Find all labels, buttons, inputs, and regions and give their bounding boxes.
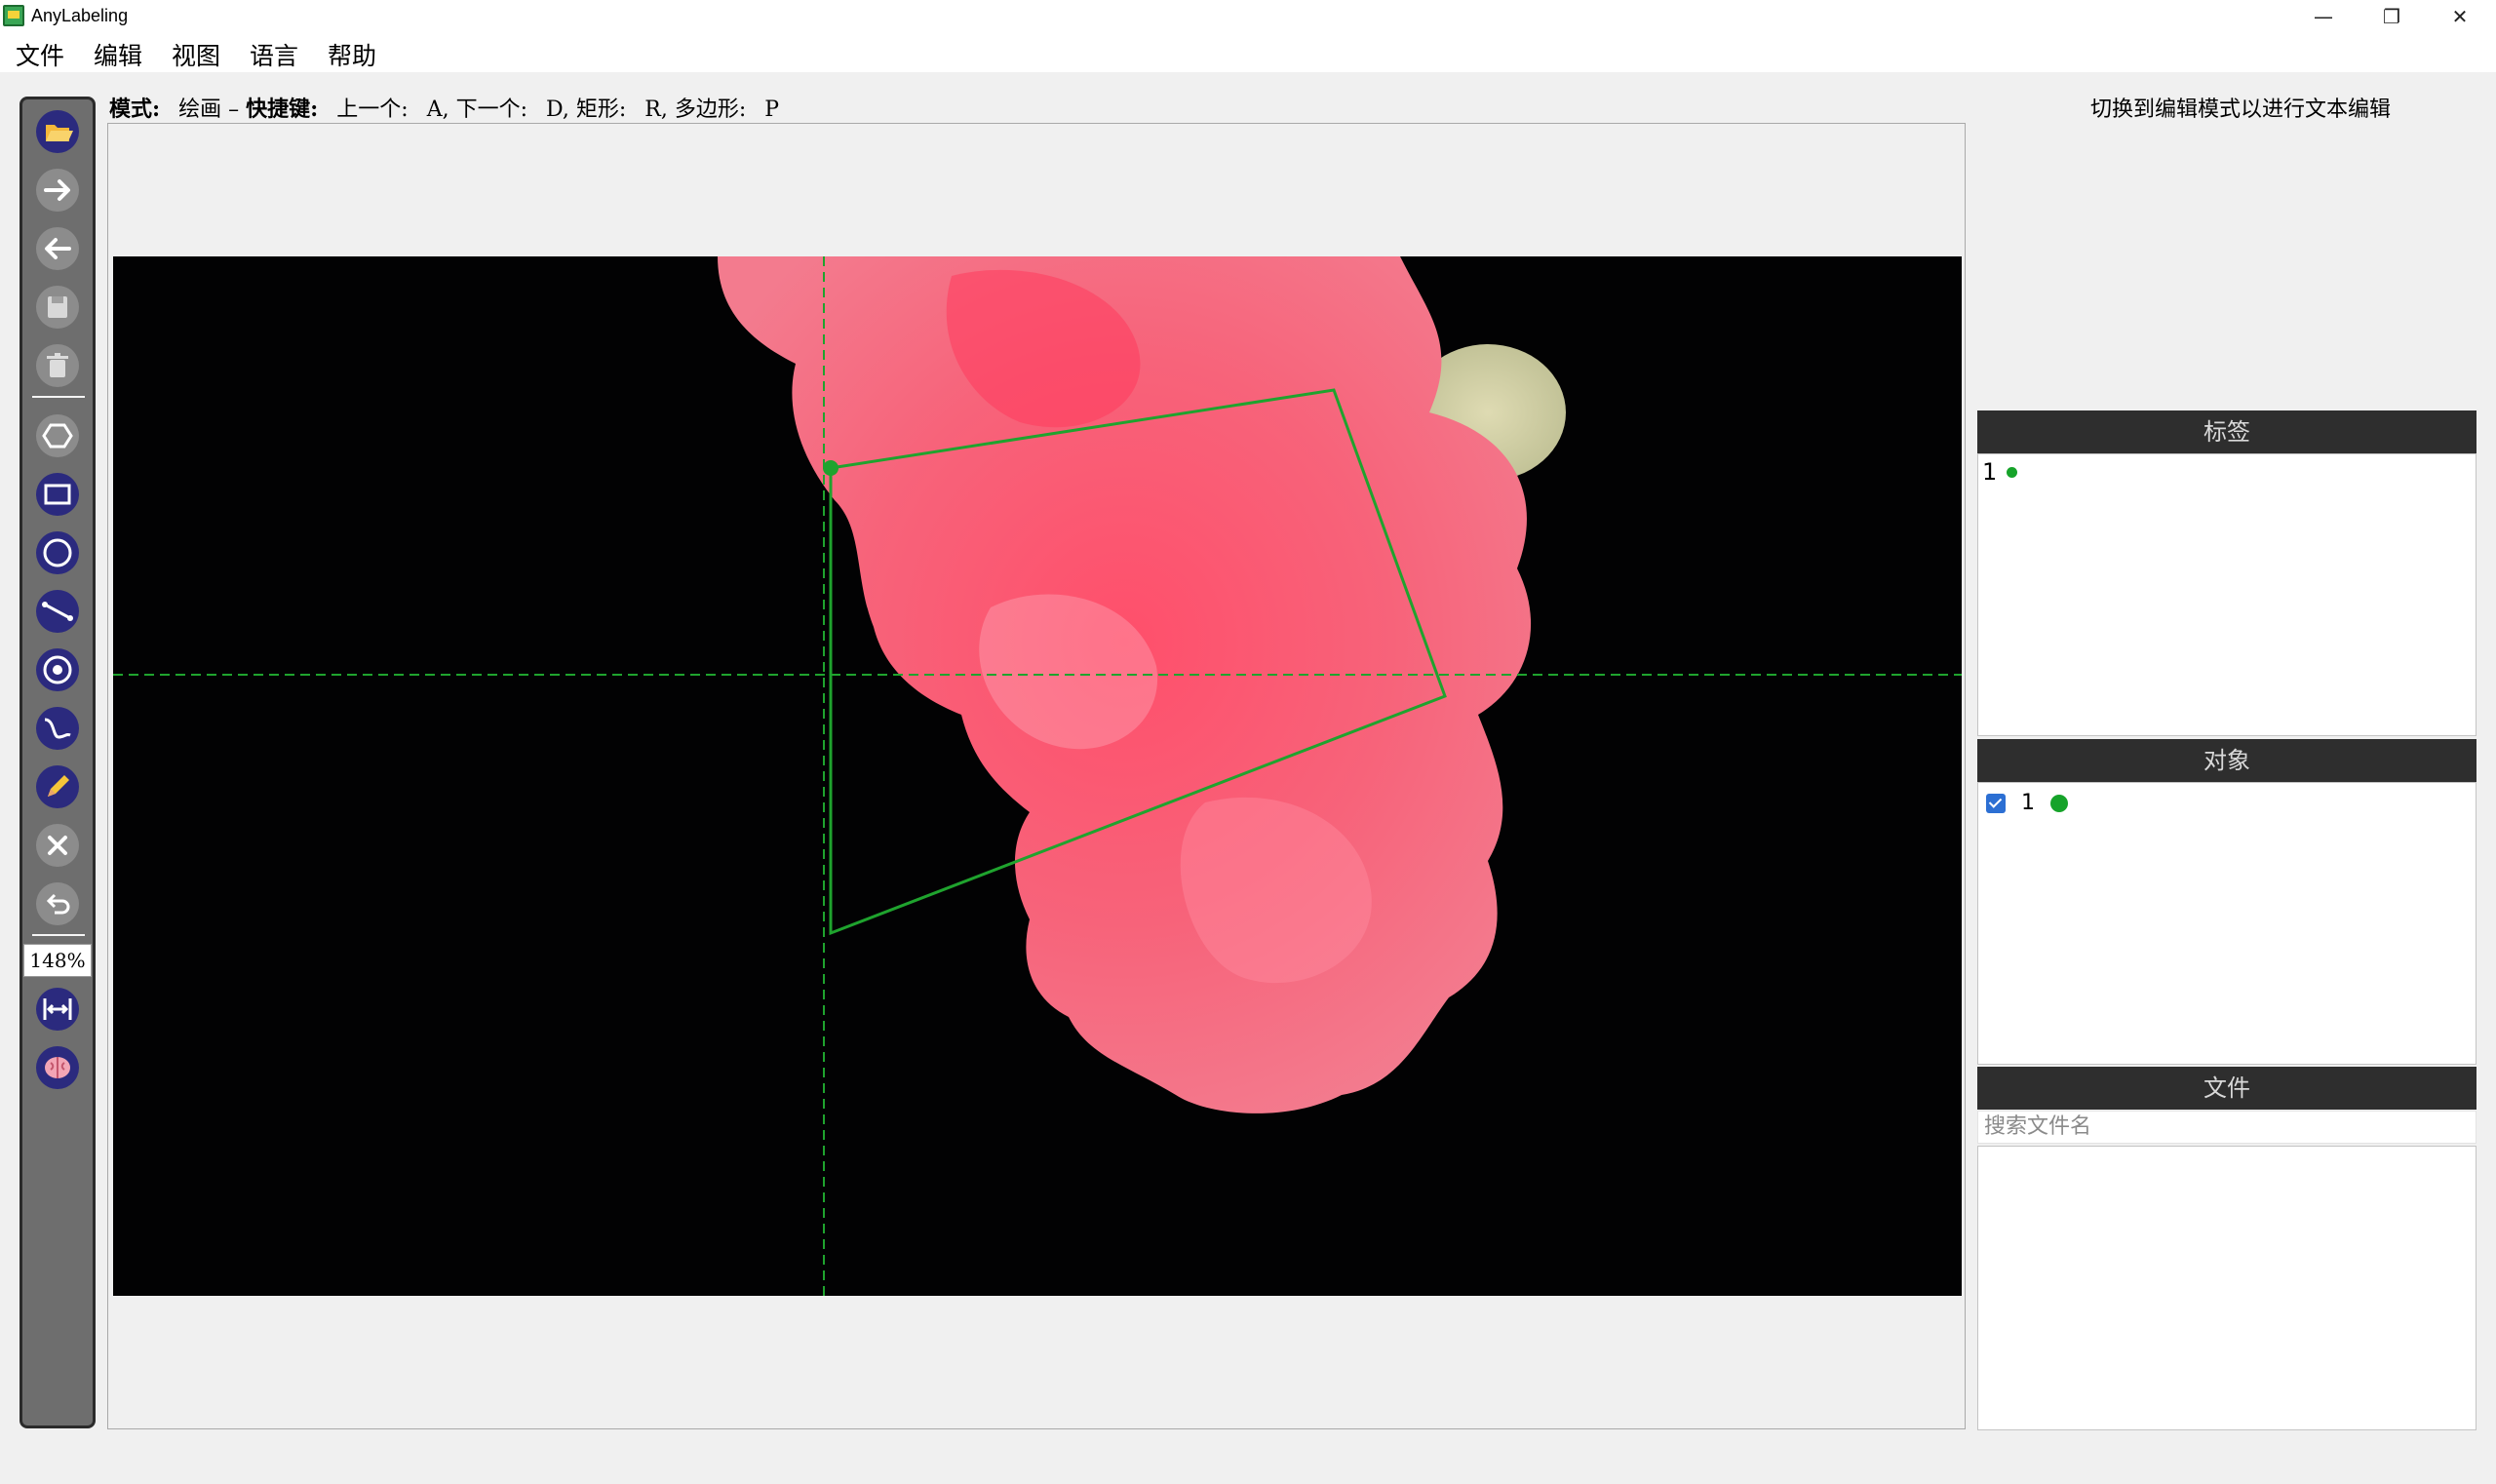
rect-hint: 矩形: [575,98,627,122]
menu-file[interactable]: 文件 [10,37,70,72]
window-title: AnyLabeling [31,6,129,25]
object-visibility-checkbox[interactable] [1986,793,2006,813]
save-icon[interactable] [35,285,80,330]
point-icon[interactable] [35,647,80,692]
auto-label-brain-icon[interactable] [35,1045,80,1090]
poly-key: P [764,98,780,122]
close-button[interactable]: ✕ [2426,0,2494,33]
mode-value: 绘画 [178,98,222,122]
edit-mode-hint: 切换到编辑模式以进行文本编辑 [2089,98,2391,122]
open-folder-icon[interactable] [35,109,80,154]
polygon-icon[interactable] [35,413,80,458]
title-bar: AnyLabeling — ❐ ✕ [0,0,2496,33]
linestrip-icon[interactable] [35,706,80,751]
next-key: D, [546,98,569,122]
label-color-dot [2007,466,2018,478]
menu-view[interactable]: 视图 [166,37,226,72]
menu-language[interactable]: 语言 [244,37,304,72]
cancel-icon[interactable] [35,823,80,868]
file-list[interactable] [1977,1146,2476,1430]
objects-dock-header: 对象 [1977,739,2476,782]
objects-list: 1 [1977,782,2476,1065]
circle-icon[interactable] [35,530,80,575]
zoom-level-field[interactable]: 148% [23,944,92,977]
object-color-dot [2050,794,2068,812]
hint-dash: – [228,98,240,122]
menu-help[interactable]: 帮助 [322,37,382,72]
tool-bar: 148% [20,97,96,1428]
mode-label: 模式: [109,97,161,122]
shortcut-label: 快捷键: [246,97,319,122]
line-icon[interactable] [35,589,80,634]
files-dock-header: 文件 [1977,1067,2476,1110]
edit-pencil-icon[interactable] [35,764,80,809]
labels-list: 1 [1977,453,2476,736]
prev-key: A, [426,98,449,122]
prev-image-icon[interactable] [35,226,80,271]
next-image-icon[interactable] [35,168,80,213]
menu-edit[interactable]: 编辑 [88,37,148,72]
menu-bar: 文件 编辑 视图 语言 帮助 [0,33,2496,72]
toolbar-separator [32,934,85,936]
restore-button[interactable]: ❐ [2358,0,2426,33]
undo-icon[interactable] [35,881,80,926]
app-logo-icon [3,5,24,26]
rect-key: R, [644,98,668,122]
next-hint: 下一个: [455,98,527,122]
fit-width-icon[interactable] [35,987,80,1032]
toolbar-separator [32,396,85,398]
minimize-button[interactable]: — [2289,0,2358,33]
canvas-image[interactable] [113,256,1962,1296]
shortcut-hint: 模式: 绘画 – 快捷键: 上一个: A, 下一个: D, 矩形: R, 多边形… [109,92,779,123]
object-item[interactable]: 1 [1986,791,2068,815]
file-search-input[interactable]: 搜索文件名 [1977,1111,2476,1144]
labels-dock-header: 标签 [1977,410,2476,453]
label-name: 1 [1982,458,1998,486]
poly-hint: 多边形: [674,98,747,122]
object-name: 1 [2021,791,2035,815]
delete-icon[interactable] [35,343,80,388]
rectangle-icon[interactable] [35,472,80,517]
pink-smoke-image [113,256,1962,1296]
label-item[interactable]: 1 [1982,458,2018,486]
prev-hint: 上一个: [336,98,409,122]
